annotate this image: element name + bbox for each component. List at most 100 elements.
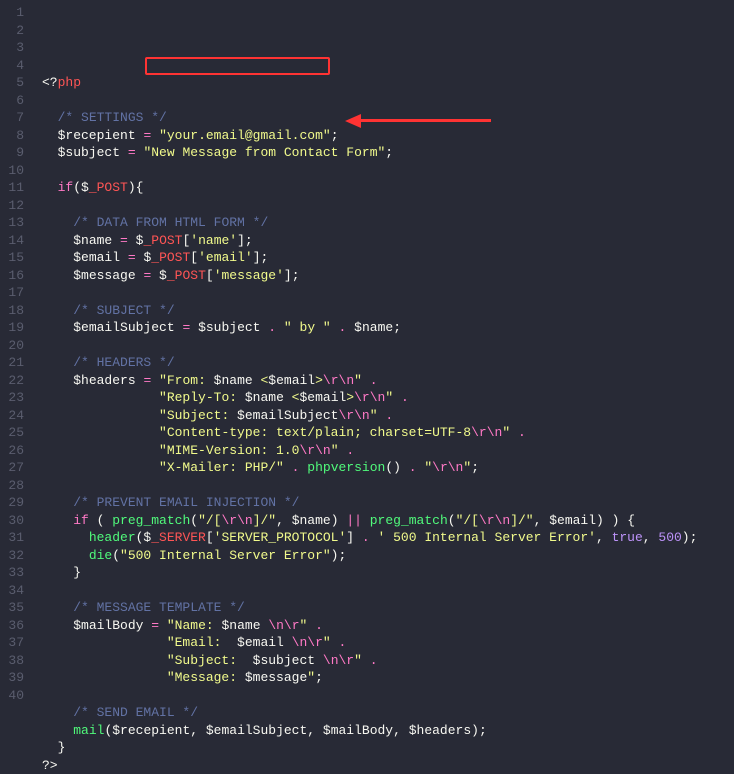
code-line[interactable]: $headers = "From: $name <$email>\r\n" . xyxy=(42,372,697,390)
code-token: /* HEADERS */ xyxy=(73,355,174,370)
code-line[interactable] xyxy=(42,582,697,600)
code-token: ]; xyxy=(253,250,269,265)
code-line[interactable]: $mailBody = "Name: $name \n\r" . xyxy=(42,617,697,635)
code-token: . xyxy=(518,425,526,440)
code-line[interactable]: "Email: $email \n\r" . xyxy=(42,634,697,652)
code-line[interactable]: "Message: $message"; xyxy=(42,669,697,687)
code-line[interactable] xyxy=(42,162,697,180)
code-line[interactable]: /* SUBJECT */ xyxy=(42,302,697,320)
code-line[interactable]: "Subject: $subject \n\r" . xyxy=(42,652,697,670)
code-token: $ xyxy=(151,268,167,283)
code-token xyxy=(315,653,323,668)
code-line[interactable]: ?> xyxy=(42,757,697,774)
code-line[interactable]: $email = $_POST['email']; xyxy=(42,249,697,267)
code-line[interactable]: $subject = "New Message from Contact For… xyxy=(42,144,697,162)
code-token: $ xyxy=(42,250,81,265)
code-token: ; xyxy=(385,145,393,160)
code-line[interactable]: /* MESSAGE TEMPLATE */ xyxy=(42,599,697,617)
code-token xyxy=(151,373,159,388)
code-token: $ xyxy=(42,618,81,633)
code-token: \r\n xyxy=(432,460,463,475)
code-token: "Content-type: text/plain; charset=UTF-8 xyxy=(159,425,471,440)
code-line[interactable] xyxy=(42,284,697,302)
line-number: 8 xyxy=(6,127,24,145)
code-token: ' 500 Internal Server Error' xyxy=(378,530,596,545)
code-line[interactable]: <?php xyxy=(42,74,697,92)
code-line[interactable]: /* DATA FROM HTML FORM */ xyxy=(42,214,697,232)
code-token: $email xyxy=(237,635,284,650)
code-token: . xyxy=(315,618,323,633)
code-token: subject xyxy=(206,320,261,335)
code-token: 500 xyxy=(658,530,681,545)
code-line[interactable] xyxy=(42,197,697,215)
code-token: $ xyxy=(42,373,81,388)
code-token: < xyxy=(253,373,269,388)
code-token: $ xyxy=(42,145,65,160)
code-line[interactable]: "X-Mailer: PHP/" . phpversion() . "\r\n"… xyxy=(42,459,697,477)
code-token: . xyxy=(370,373,378,388)
code-line[interactable]: /* PREVENT EMAIL INJECTION */ xyxy=(42,494,697,512)
code-line[interactable]: header($_SERVER['SERVER_PROTOCOL'] . ' 5… xyxy=(42,529,697,547)
line-number: 22 xyxy=(6,372,24,390)
code-line[interactable]: "MIME-Version: 1.0\r\n" . xyxy=(42,442,697,460)
code-token: , $ xyxy=(276,513,299,528)
code-line[interactable]: $name = $_POST['name']; xyxy=(42,232,697,250)
code-token: if xyxy=(73,513,89,528)
code-token: headers xyxy=(81,373,136,388)
code-token: ($ xyxy=(104,723,120,738)
code-line[interactable]: $message = $_POST['message']; xyxy=(42,267,697,285)
line-number: 28 xyxy=(6,477,24,495)
code-line[interactable]: } xyxy=(42,564,697,582)
code-token: true xyxy=(612,530,643,545)
code-token xyxy=(159,618,167,633)
code-token: /* DATA FROM HTML FORM */ xyxy=(73,215,268,230)
code-line[interactable] xyxy=(42,687,697,705)
code-line[interactable]: die("500 Internal Server Error"); xyxy=(42,547,697,565)
code-token: , $ xyxy=(534,513,557,528)
code-token: () xyxy=(385,460,408,475)
code-token: php xyxy=(58,75,81,90)
code-line[interactable]: $emailSubject = $subject . " by " . $nam… xyxy=(42,319,697,337)
line-number: 37 xyxy=(6,634,24,652)
code-token: $emailSubject xyxy=(237,408,338,423)
code-token: " xyxy=(385,390,393,405)
code-token: ?> xyxy=(42,758,58,773)
code-line[interactable]: /* HEADERS */ xyxy=(42,354,697,372)
code-token: mailBody xyxy=(81,618,143,633)
code-token: "MIME-Version: 1.0 xyxy=(159,443,299,458)
code-token: " by " xyxy=(284,320,331,335)
code-line[interactable]: "Reply-To: $name <$email>\r\n" . xyxy=(42,389,697,407)
code-token: || xyxy=(346,513,362,528)
line-number: 7 xyxy=(6,109,24,127)
code-token xyxy=(362,513,370,528)
code-line[interactable]: if($_POST){ xyxy=(42,179,697,197)
code-line[interactable]: "Content-type: text/plain; charset=UTF-8… xyxy=(42,424,697,442)
code-token: ); xyxy=(331,548,347,563)
code-token: $ xyxy=(42,320,81,335)
code-token: mailBody xyxy=(331,723,393,738)
code-line[interactable] xyxy=(42,337,697,355)
line-number: 18 xyxy=(6,302,24,320)
code-token: 'message' xyxy=(214,268,284,283)
code-editor[interactable]: 1234567891011121314151617181920212223242… xyxy=(0,0,734,696)
code-token: = xyxy=(128,250,136,265)
code-line[interactable] xyxy=(42,477,697,495)
code-token: " xyxy=(502,425,510,440)
code-area[interactable]: <?php /* SETTINGS */ $recepient = "your.… xyxy=(34,0,697,696)
code-line[interactable]: /* SETTINGS */ xyxy=(42,109,697,127)
line-number: 20 xyxy=(6,337,24,355)
line-number: 16 xyxy=(6,267,24,285)
code-token: ); xyxy=(471,723,487,738)
code-line[interactable]: if ( preg_match("/[\r\n]/", $name) || pr… xyxy=(42,512,697,530)
code-line[interactable]: mail($recepient, $emailSubject, $mailBod… xyxy=(42,722,697,740)
code-token: ) ) { xyxy=(596,513,635,528)
code-token: \n\r xyxy=(268,618,299,633)
code-line[interactable]: /* SEND EMAIL */ xyxy=(42,704,697,722)
code-line[interactable]: } xyxy=(42,739,697,757)
code-token: [ xyxy=(206,530,214,545)
code-token: \r\n xyxy=(471,425,502,440)
code-line[interactable]: $recepient = "your.email@gmail.com"; xyxy=(42,127,697,145)
code-token: $ xyxy=(42,268,81,283)
code-line[interactable]: "Subject: $emailSubject\r\n" . xyxy=(42,407,697,425)
code-line[interactable] xyxy=(42,92,697,110)
